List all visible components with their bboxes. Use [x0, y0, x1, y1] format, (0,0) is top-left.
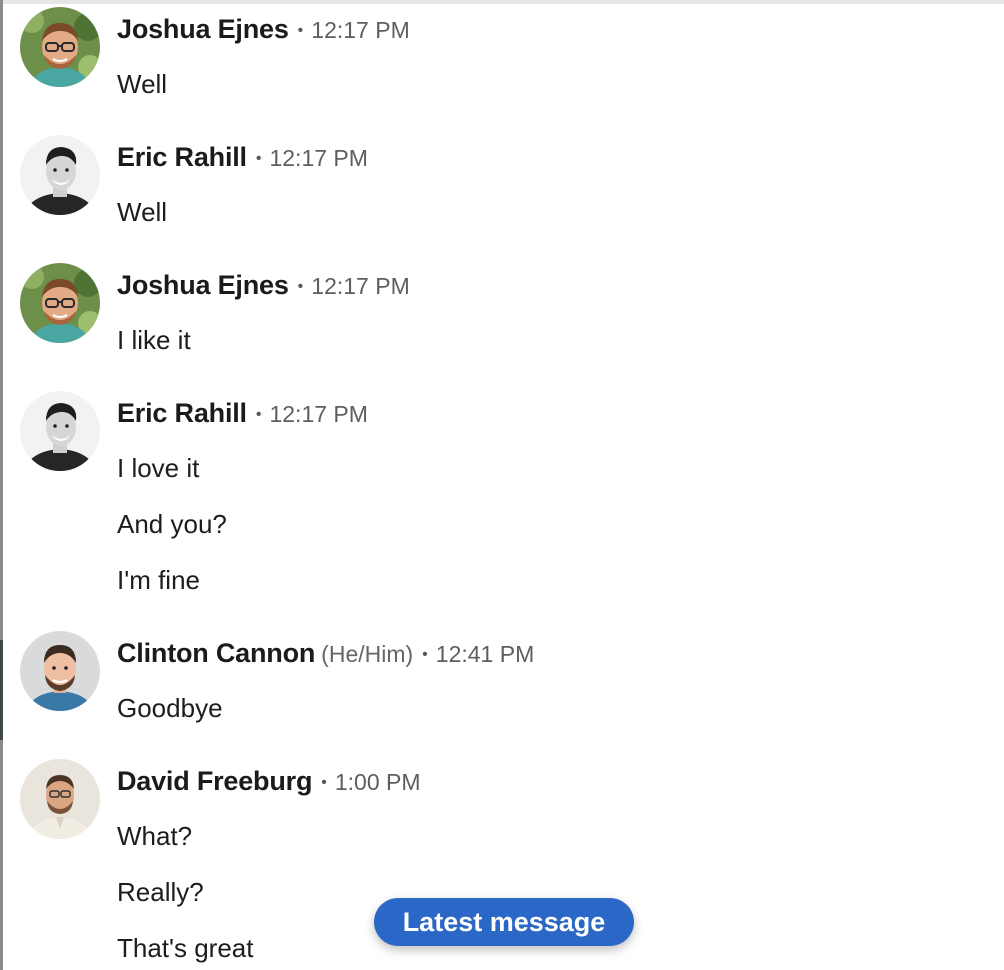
- separator-dot: •: [297, 278, 304, 295]
- david-freeburg-avatar[interactable]: [20, 759, 100, 839]
- message-text: I like it: [117, 325, 191, 355]
- message-header: Eric Rahill • 12:17 PM: [117, 140, 368, 174]
- message-header: Joshua Ejnes • 12:17 PM: [117, 268, 410, 302]
- message-text: Well: [117, 197, 168, 227]
- sender-pronouns: (He/Him): [321, 641, 414, 667]
- message-text: I love it: [117, 453, 200, 483]
- separator-dot: •: [321, 774, 327, 791]
- timestamp: 12:17 PM: [269, 145, 368, 171]
- eric-rahill-avatar[interactable]: [20, 391, 100, 471]
- sender-name[interactable]: David Freeburg: [117, 766, 312, 796]
- message-text: Well: [117, 69, 168, 99]
- message-text: That's great: [117, 933, 254, 963]
- joshua-ejnes-avatar[interactable]: [20, 263, 100, 343]
- message-text: I'm fine: [117, 565, 200, 595]
- messaging-window: Joshua Ejnes • 12:17 PM Well Eric Rahill…: [0, 0, 1004, 970]
- timestamp: 12:17 PM: [311, 273, 410, 299]
- separator-dot: •: [422, 646, 428, 663]
- message-header: David Freeburg • 1:00 PM: [117, 764, 421, 798]
- message-text: And you?: [117, 509, 227, 539]
- separator-dot: •: [255, 406, 262, 423]
- separator-dot: •: [255, 150, 262, 167]
- message-header: Clinton Cannon (He/Him) • 12:41 PM: [117, 636, 534, 670]
- left-window-edge: [0, 0, 3, 970]
- sender-name[interactable]: Joshua Ejnes: [117, 14, 289, 44]
- message-header: Eric Rahill • 12:17 PM: [117, 396, 368, 430]
- top-divider: [0, 0, 1004, 4]
- message-text: Really?: [117, 877, 204, 907]
- sender-name[interactable]: Eric Rahill: [117, 398, 247, 428]
- timestamp: 12:41 PM: [435, 641, 535, 667]
- separator-dot: •: [297, 22, 304, 39]
- left-window-edge-shadow: [0, 640, 3, 740]
- eric-rahill-avatar[interactable]: [20, 135, 100, 215]
- latest-message-button[interactable]: Latest message: [374, 898, 634, 946]
- message-header: Joshua Ejnes • 12:17 PM: [117, 12, 410, 46]
- timestamp: 12:17 PM: [311, 17, 410, 43]
- sender-name[interactable]: Clinton Cannon: [117, 638, 315, 668]
- timestamp: 12:17 PM: [269, 401, 368, 427]
- message-text: What?: [117, 821, 193, 851]
- clinton-cannon-avatar[interactable]: [20, 631, 100, 711]
- timestamp: 1:00 PM: [334, 769, 421, 795]
- joshua-ejnes-avatar[interactable]: [20, 7, 100, 87]
- sender-name[interactable]: Joshua Ejnes: [117, 270, 289, 300]
- message-text: Goodbye: [117, 693, 223, 723]
- sender-name[interactable]: Eric Rahill: [117, 142, 247, 172]
